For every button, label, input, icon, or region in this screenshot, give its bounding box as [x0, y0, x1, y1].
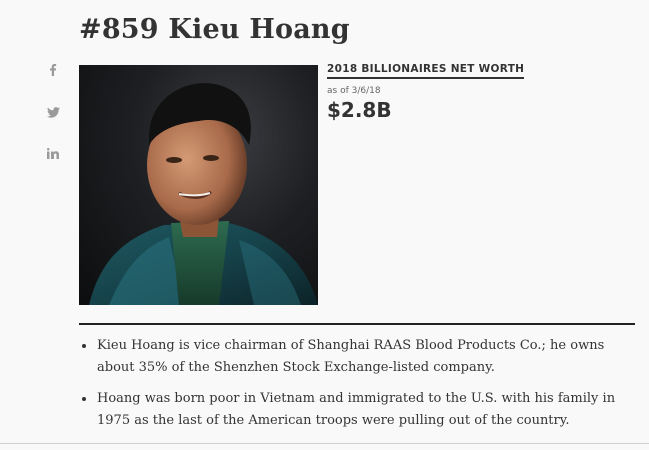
bullet-icon	[82, 344, 86, 348]
section-divider	[79, 323, 635, 325]
portrait-illustration	[89, 83, 318, 305]
facebook-icon	[50, 64, 57, 76]
bio-item: Kieu Hoang is vice chairman of Shanghai …	[79, 335, 639, 379]
profile-photo	[79, 65, 318, 305]
facebook-share-button[interactable]	[44, 64, 62, 76]
bullet-icon	[82, 397, 86, 401]
page-title: #859 Kieu Hoang	[79, 14, 350, 45]
net-worth-date: as of 3/6/18	[327, 86, 381, 96]
linkedin-icon	[47, 148, 59, 159]
net-worth-value: $2.8B	[327, 98, 392, 122]
twitter-share-button[interactable]	[44, 107, 62, 118]
bio-list: Kieu Hoang is vice chairman of Shanghai …	[79, 335, 639, 441]
linkedin-share-button[interactable]	[44, 148, 62, 159]
bottom-divider	[0, 443, 649, 444]
net-worth-label[interactable]: 2018 BILLIONAIRES NET WORTH	[327, 63, 525, 79]
twitter-icon	[46, 107, 60, 118]
bio-item: Hoang was born poor in Vietnam and immig…	[79, 388, 639, 432]
bio-text: Hoang was born poor in Vietnam and immig…	[97, 391, 616, 428]
bio-text: Kieu Hoang is vice chairman of Shanghai …	[97, 338, 605, 375]
